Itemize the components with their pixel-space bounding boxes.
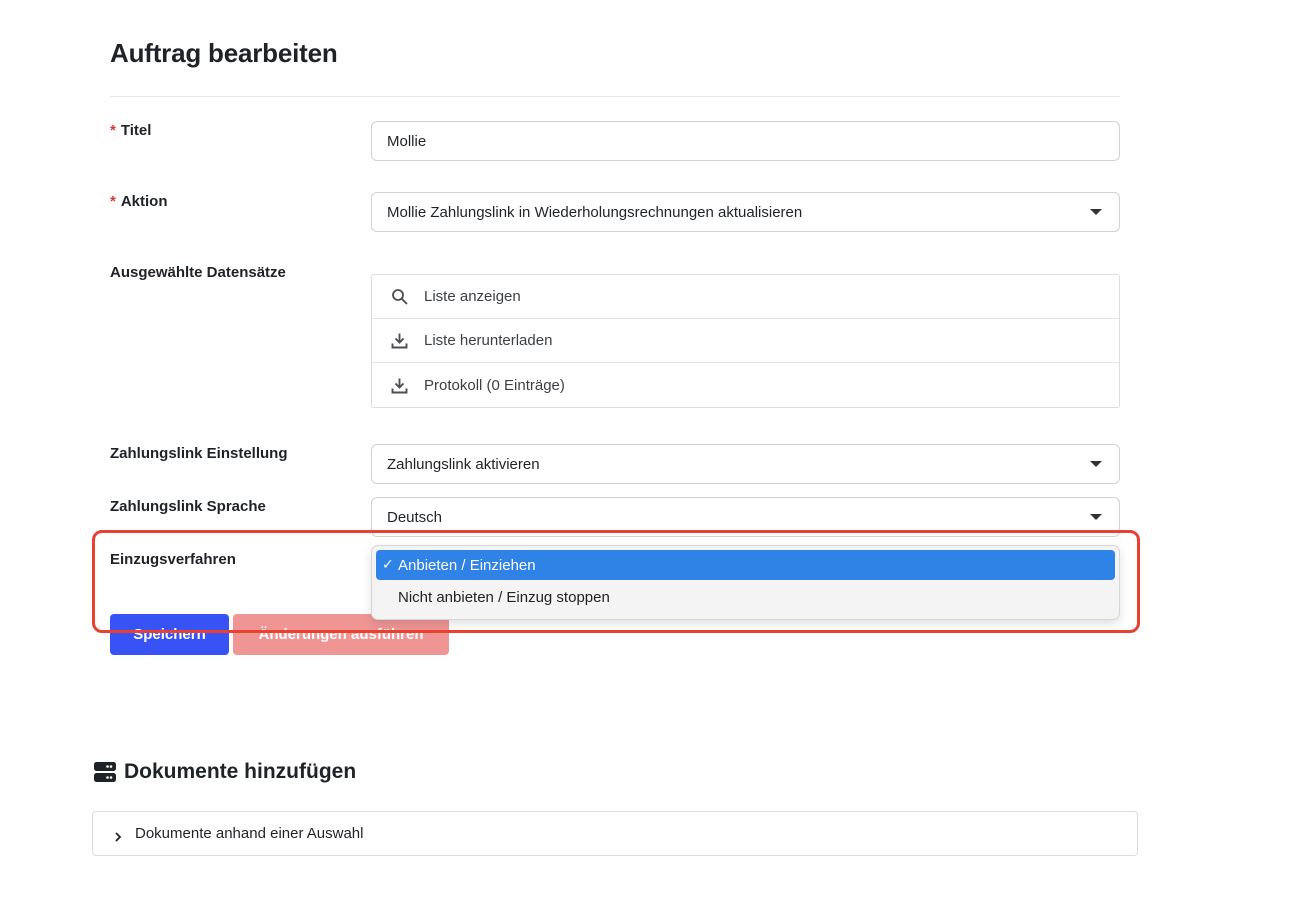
aktion-select[interactable]: Mollie Zahlungslink in Wiederholungsrech… xyxy=(371,192,1120,232)
checkmark-icon: ✓ xyxy=(382,556,394,572)
database-icon xyxy=(94,762,116,782)
titel-input-value: Mollie xyxy=(387,132,427,150)
option-nicht-anbieten[interactable]: Nicht anbieten / Einzug stoppen xyxy=(376,582,1115,612)
titel-label: * Titel xyxy=(110,122,151,139)
required-marker: * xyxy=(110,122,116,139)
list-item-label: Liste anzeigen xyxy=(424,288,521,305)
zahlungslink-sprache-value: Deutsch xyxy=(387,508,443,526)
download-icon xyxy=(390,332,408,350)
zahlungslink-sprache-label: Zahlungslink Sprache xyxy=(110,498,266,515)
option-label: Nicht anbieten / Einzug stoppen xyxy=(398,588,610,606)
option-label: Anbieten / Einziehen xyxy=(398,556,536,574)
execute-changes-button[interactable]: Änderungen ausführen xyxy=(233,614,449,655)
save-button[interactable]: Speichern xyxy=(110,614,229,655)
datensaetze-label: Ausgewählte Datensätze xyxy=(110,264,286,281)
titel-label-text: Titel xyxy=(120,122,152,139)
caret-down-icon xyxy=(1090,514,1102,520)
einzugsverfahren-label: Einzugsverfahren xyxy=(110,551,236,568)
chevron-right-icon xyxy=(113,829,123,842)
titel-input[interactable]: Mollie xyxy=(371,121,1120,161)
aktion-select-value: Mollie Zahlungslink in Wiederholungsrech… xyxy=(387,203,803,221)
list-item-protokoll[interactable]: Protokoll (0 Einträge) xyxy=(372,363,1119,407)
zahlungslink-einstellung-value: Zahlungslink aktivieren xyxy=(387,455,540,473)
caret-down-icon xyxy=(1090,209,1102,215)
documents-title-text: Dokumente hinzufügen xyxy=(124,760,357,783)
list-item-liste-herunterladen[interactable]: Liste herunterladen xyxy=(372,319,1119,363)
option-anbieten-einziehen[interactable]: ✓ Anbieten / Einziehen xyxy=(376,550,1115,580)
documents-accordion[interactable]: Dokumente anhand einer Auswahl xyxy=(92,811,1138,856)
list-item-label: Liste herunterladen xyxy=(424,332,553,349)
list-item-liste-anzeigen[interactable]: Liste anzeigen xyxy=(372,275,1119,319)
download-icon xyxy=(390,376,408,394)
zahlungslink-einstellung-select[interactable]: Zahlungslink aktivieren xyxy=(371,444,1120,484)
search-icon xyxy=(390,288,408,306)
datensaetze-list: Liste anzeigen Liste herunterladen Proto… xyxy=(371,274,1120,408)
documents-section-title: Dokumente hinzufügen xyxy=(94,760,356,784)
list-item-label: Protokoll (0 Einträge) xyxy=(424,376,565,394)
accordion-label: Dokumente anhand einer Auswahl xyxy=(135,825,364,842)
page-title: Auftrag bearbeiten xyxy=(110,38,338,68)
caret-down-icon xyxy=(1090,461,1102,467)
einzugsverfahren-dropdown: ✓ Anbieten / Einziehen Nicht anbieten / … xyxy=(371,545,1120,620)
title-divider xyxy=(110,96,1120,97)
zahlungslink-einstellung-label: Zahlungslink Einstellung xyxy=(110,445,288,462)
aktion-label: * Aktion xyxy=(110,193,168,210)
aktion-label-text: Aktion xyxy=(120,193,168,210)
zahlungslink-sprache-select[interactable]: Deutsch xyxy=(371,497,1120,537)
required-marker: * xyxy=(110,193,116,210)
